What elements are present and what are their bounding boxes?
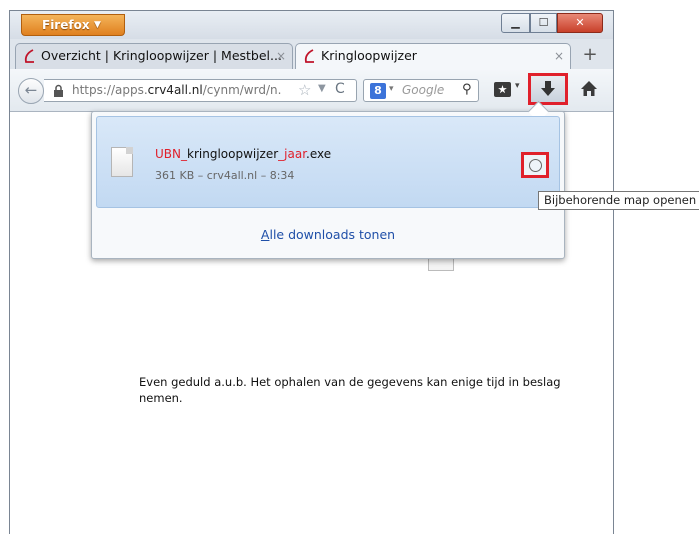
- new-tab-button[interactable]: +: [575, 45, 605, 67]
- bookmarks-dropdown-icon[interactable]: ▾: [515, 81, 520, 91]
- tab-close-icon[interactable]: ×: [276, 44, 286, 68]
- search-engine-dropdown-icon[interactable]: ▾: [389, 84, 394, 94]
- tab-kringloopwijzer[interactable]: Kringloopwijzer ×: [295, 43, 571, 69]
- download-file-name: UBN_kringloopwijzer_jaar.exe: [155, 147, 332, 161]
- lock-icon: [54, 84, 63, 97]
- url-bar[interactable]: https://apps.crv4all.nl/cynm/wrd/n. ☆ ▼ …: [44, 79, 357, 102]
- tab-label: Overzicht | Kringloopwijzer | Mestbel...: [41, 48, 282, 63]
- browser-window: Firefox ▼ ▁ ☐ ✕ Overzicht | Kringloopwij…: [9, 10, 614, 534]
- title-bar: Firefox ▼ ▁ ☐ ✕: [10, 11, 613, 39]
- minimize-button[interactable]: ▁: [501, 13, 530, 33]
- navigation-bar: ← https://apps.crv4all.nl/cynm/wrd/n. ☆ …: [10, 69, 613, 112]
- open-folder-button[interactable]: [521, 152, 549, 178]
- download-arrow-icon: [541, 81, 555, 96]
- downloads-button[interactable]: [528, 73, 568, 105]
- download-meta: 361 KB – crv4all.nl – 8:34: [155, 169, 295, 182]
- reload-icon[interactable]: C: [335, 81, 345, 97]
- downloads-panel: UBN_kringloopwijzer_jaar.exe 361 KB – cr…: [91, 111, 565, 259]
- search-bar[interactable]: 8 ▾ Google ⚲: [363, 79, 479, 102]
- bookmarks-icon[interactable]: [494, 82, 511, 97]
- file-icon: [111, 147, 133, 177]
- bookmark-star-icon[interactable]: ☆: [298, 81, 311, 99]
- open-folder-tooltip: Bijbehorende map openen: [538, 191, 699, 210]
- tab-label: Kringloopwijzer: [321, 48, 417, 63]
- firefox-button-label: Firefox: [42, 18, 90, 32]
- close-window-button[interactable]: ✕: [557, 13, 603, 33]
- back-button[interactable]: ←: [18, 78, 44, 104]
- google-icon[interactable]: 8: [370, 83, 386, 99]
- loading-message: Even geduld a.u.b. Het ophalen van de ge…: [139, 375, 561, 405]
- maximize-button[interactable]: ☐: [530, 13, 557, 33]
- history-dropdown-icon[interactable]: ▼: [318, 83, 326, 94]
- search-magnifier-icon[interactable]: ⚲: [462, 82, 472, 97]
- caret-down-icon: ▼: [94, 20, 101, 30]
- download-item[interactable]: UBN_kringloopwijzer_jaar.exe 361 KB – cr…: [96, 116, 560, 208]
- show-all-downloads-link[interactable]: Alle downloads tonen: [261, 227, 395, 242]
- tab-strip: Overzicht | Kringloopwijzer | Mestbel...…: [10, 39, 613, 69]
- panel-footer: Alle downloads tonen: [92, 212, 564, 258]
- crv-favicon-icon: [304, 49, 314, 63]
- firefox-menu-button[interactable]: Firefox ▼: [21, 14, 125, 36]
- search-placeholder: Google: [402, 83, 445, 97]
- url-text: https://apps.crv4all.nl/cynm/wrd/n.: [72, 83, 282, 97]
- tab-overzicht[interactable]: Overzicht | Kringloopwijzer | Mestbel...…: [15, 43, 293, 69]
- crv-favicon-icon: [24, 49, 34, 63]
- tab-close-icon[interactable]: ×: [554, 44, 564, 68]
- home-icon[interactable]: [580, 80, 598, 97]
